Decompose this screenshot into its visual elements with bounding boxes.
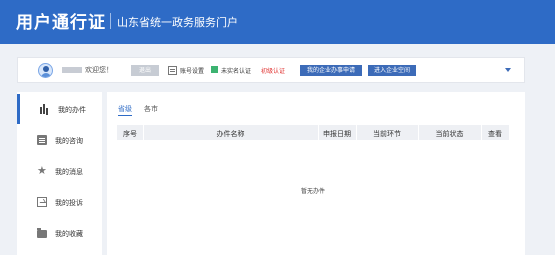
sidebar-item-label: 我的投诉 bbox=[55, 199, 83, 207]
sidebar-item-label: 我的消息 bbox=[55, 168, 83, 176]
column-header-date: 申报日期 bbox=[323, 130, 351, 138]
account-settings-icon[interactable] bbox=[168, 66, 177, 75]
masked-username bbox=[62, 67, 82, 73]
page-header: 用户通行证 山东省统一政务服务门户 bbox=[0, 0, 555, 44]
sidebar-item-label: 我的收藏 bbox=[55, 230, 83, 238]
empty-state-message: 暂无办件 bbox=[300, 188, 325, 195]
header-divider bbox=[110, 13, 111, 29]
account-settings-link[interactable]: 账号设置 bbox=[180, 66, 204, 75]
tab-province[interactable]: 省级 bbox=[118, 104, 132, 116]
verification-level-link[interactable]: 初级认证 bbox=[261, 66, 285, 75]
portal-subtitle: 山东省统一政务服务门户 bbox=[117, 16, 238, 29]
welcome-text: 欢迎您！ bbox=[85, 66, 113, 74]
column-header-status: 当前状态 bbox=[435, 130, 464, 138]
star-icon: ★ bbox=[37, 164, 47, 177]
column-header-view: 查看 bbox=[488, 130, 502, 138]
main-panel: 省级 各市 序号 办件名称 申报日期 当前环节 当前状态 查看 暂无办件 bbox=[107, 92, 525, 255]
tab-cities[interactable]: 各市 bbox=[144, 104, 158, 114]
sidebar-item-my-messages[interactable]: ★ 我的消息 bbox=[17, 156, 102, 186]
avatar[interactable] bbox=[38, 63, 53, 78]
document-icon bbox=[37, 135, 47, 145]
app-title: 用户通行证 bbox=[16, 13, 106, 33]
sidebar-item-label: 我的咨询 bbox=[55, 137, 83, 145]
sidebar-item-my-complaints[interactable]: 我的投诉 bbox=[17, 187, 102, 217]
sidebar-item-my-favorites[interactable]: 我的收藏 bbox=[17, 218, 102, 248]
bar-chart-icon bbox=[40, 104, 50, 114]
enterprise-space-button[interactable]: 进入企业空间 bbox=[368, 65, 416, 76]
sidebar-item-my-cases[interactable]: 我的办件 bbox=[17, 94, 102, 124]
enterprise-apply-button[interactable]: 我的企业办事申请 bbox=[300, 65, 362, 76]
column-header-name: 办件名称 bbox=[216, 130, 245, 138]
folder-icon bbox=[37, 228, 47, 238]
column-header-index: 序号 bbox=[123, 130, 137, 138]
user-info-bar: 欢迎您！ 退出 账号设置 未实名认证 初级认证 我的企业办事申请 进入企业空间 bbox=[17, 57, 525, 83]
complaint-icon bbox=[37, 197, 47, 207]
verification-status: 未实名认证 bbox=[221, 68, 252, 75]
column-header-step: 当前环节 bbox=[373, 130, 401, 138]
table-header: 序号 办件名称 申报日期 当前环节 当前状态 查看 bbox=[117, 125, 509, 140]
sidebar-item-my-consultations[interactable]: 我的咨询 bbox=[17, 125, 102, 155]
verification-status-icon bbox=[211, 66, 218, 73]
logout-button[interactable]: 退出 bbox=[131, 65, 159, 76]
sidebar: 我的办件 我的咨询 ★ 我的消息 我的投诉 我的收藏 bbox=[17, 92, 102, 255]
chevron-down-icon[interactable] bbox=[505, 68, 511, 72]
sidebar-item-label: 我的办件 bbox=[58, 106, 86, 114]
